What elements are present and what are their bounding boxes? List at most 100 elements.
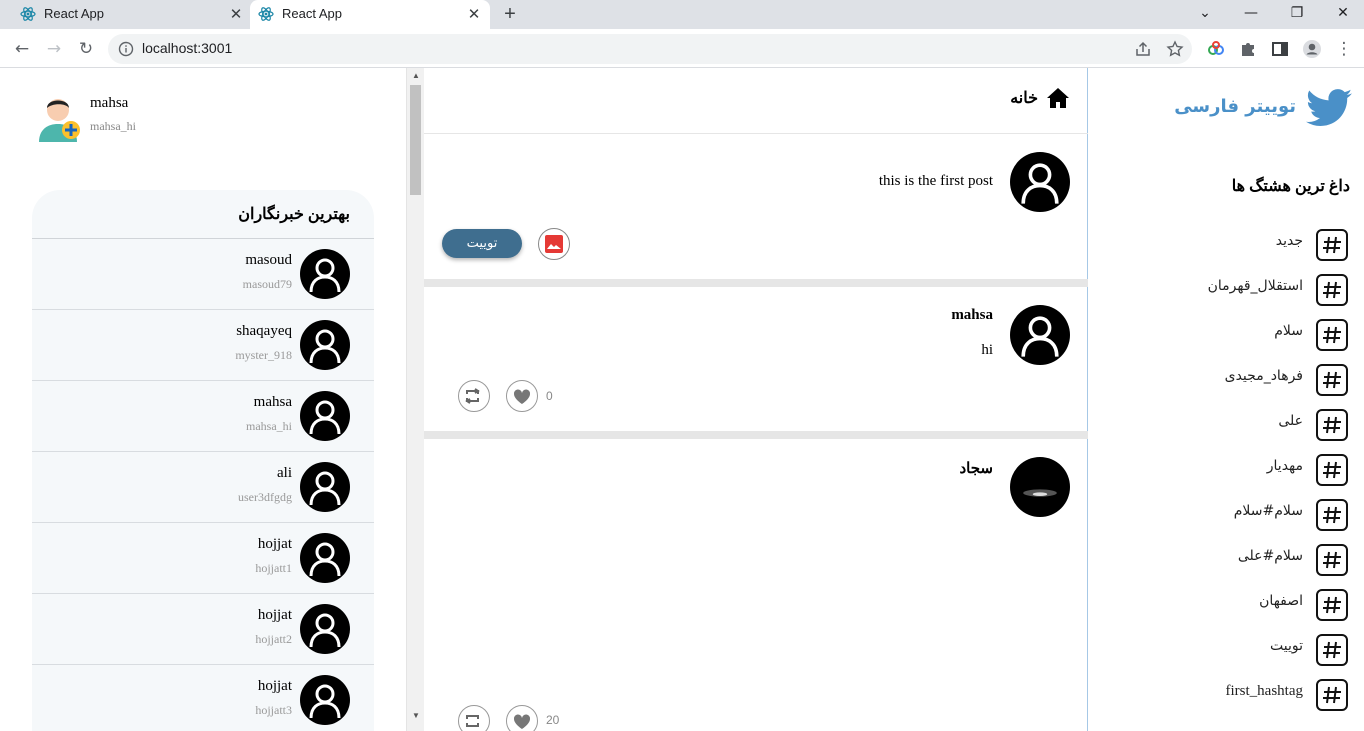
hashtag-item[interactable]: سلام#سلام — [1089, 499, 1364, 537]
puzzle-icon[interactable] — [1238, 39, 1258, 59]
share-icon[interactable] — [1134, 40, 1152, 58]
hashtag-label: اصفهان — [1259, 593, 1303, 609]
like-button[interactable] — [506, 705, 538, 731]
retweet-button[interactable] — [458, 380, 490, 412]
hashtag-icon — [1316, 319, 1348, 351]
hashtag-icon — [1316, 679, 1348, 711]
writer-item[interactable]: shaqayeq myster_918 — [32, 310, 374, 381]
hashtag-icon — [1316, 274, 1348, 306]
like-count: 20 — [546, 713, 560, 727]
writer-name: masoud — [245, 252, 292, 268]
heart-icon — [513, 714, 531, 729]
writer-name: hojjat — [257, 536, 292, 552]
address-bar[interactable]: localhost:3001 — [108, 34, 1192, 64]
writer-handle: hojjatt1 — [255, 561, 292, 575]
extension-colored-icon[interactable] — [1206, 39, 1226, 59]
hashtag-label: فرهاد_مجیدی — [1224, 368, 1303, 384]
writer-handle: mahsa_hi — [246, 419, 292, 433]
react-icon — [20, 7, 36, 21]
hashtag-label: first_hashtag — [1225, 683, 1303, 699]
star-icon[interactable] — [1166, 40, 1184, 58]
writer-name: mahsa — [253, 394, 292, 410]
window-close-icon[interactable]: ✕ — [1320, 0, 1364, 29]
user-name: mahsa — [90, 95, 129, 111]
avatar-icon — [300, 249, 350, 299]
close-icon[interactable]: ✕ — [228, 5, 244, 23]
avatar-icon — [1010, 152, 1070, 212]
avatar-icon — [300, 533, 350, 583]
feed-column: خانه this is the first post توییت mahsa … — [424, 68, 1088, 731]
image-upload-button[interactable] — [538, 228, 570, 260]
like-button[interactable] — [506, 380, 538, 412]
hashtag-item[interactable]: مهدیار — [1089, 454, 1364, 492]
new-tab-button[interactable]: + — [499, 3, 521, 25]
hashtag-icon — [1316, 229, 1348, 261]
browser-tab-bar: React App ✕ React App ✕ + ⌄ — ❐ ✕ — [0, 0, 1364, 29]
hashtag-icon — [1316, 409, 1348, 441]
hashtag-icon — [1316, 454, 1348, 486]
writer-name: shaqayeq — [236, 323, 292, 339]
left-column: mahsa mahsa_hi بهترین خبرنگاران masoud m… — [0, 68, 406, 731]
scroll-down-arrow[interactable]: ▼ — [412, 711, 420, 720]
scrollbar-thumb[interactable] — [410, 85, 421, 195]
top-writers-panel: بهترین خبرنگاران masoud masoud79 shaqaye… — [32, 190, 374, 731]
writer-item[interactable]: masoud masoud79 — [32, 239, 374, 310]
brand-name[interactable]: توییتر فارسی — [1174, 96, 1296, 117]
divider — [424, 431, 1088, 439]
writer-handle: myster_918 — [235, 348, 292, 362]
tab-title: React App — [282, 6, 342, 21]
hashtag-label: استقلال_قهرمان — [1207, 278, 1303, 294]
hashtag-icon — [1316, 499, 1348, 531]
hashtag-label: جدید — [1275, 233, 1303, 249]
hashtag-icon — [1316, 589, 1348, 621]
hashtag-item[interactable]: سلام — [1089, 319, 1364, 357]
hashtags-title: داغ ترین هشتگ ها — [1231, 178, 1350, 195]
retweet-icon — [466, 715, 479, 727]
profile-icon[interactable] — [1302, 39, 1322, 59]
writer-item[interactable]: mahsa mahsa_hi — [32, 381, 374, 452]
hashtag-item[interactable]: first_hashtag — [1089, 679, 1364, 717]
browser-tab-active[interactable]: React App ✕ — [250, 0, 490, 29]
retweet-button[interactable] — [458, 705, 490, 731]
scroll-up-arrow[interactable]: ▲ — [412, 71, 420, 80]
home-header: خانه — [424, 68, 1088, 134]
chevron-down-icon[interactable]: ⌄ — [1182, 0, 1228, 29]
back-icon[interactable]: ← — [10, 37, 34, 61]
browser-tab[interactable]: React App ✕ — [12, 0, 252, 29]
scrollbar[interactable]: ▲ ▼ — [406, 68, 424, 731]
reload-icon[interactable]: ↻ — [74, 37, 98, 61]
avatar-icon — [300, 604, 350, 654]
writer-item[interactable]: hojjat hojjatt1 — [32, 523, 374, 594]
hashtag-item[interactable]: استقلال_قهرمان — [1089, 274, 1364, 312]
tab-title: React App — [44, 6, 104, 21]
avatar-icon[interactable] — [1010, 305, 1070, 365]
writer-item[interactable]: hojjat hojjatt2 — [32, 594, 374, 665]
heart-icon — [513, 389, 531, 404]
avatar-icon — [300, 391, 350, 441]
hashtag-item[interactable]: سلام#علی — [1089, 544, 1364, 582]
writer-item[interactable]: hojjat hojjatt3 — [32, 665, 374, 731]
forward-icon[interactable]: → — [42, 37, 66, 61]
hashtag-icon — [1316, 544, 1348, 576]
avatar-photo[interactable] — [1010, 457, 1070, 517]
writer-name: hojjat — [257, 607, 292, 623]
close-icon[interactable]: ✕ — [466, 5, 482, 23]
hashtag-item[interactable]: جدید — [1089, 229, 1364, 267]
hashtag-item[interactable]: فرهاد_مجیدی — [1089, 364, 1364, 402]
maximize-icon[interactable]: ❐ — [1274, 0, 1320, 29]
writer-item[interactable]: ali user3dfgdg — [32, 452, 374, 523]
menu-icon[interactable]: ⋮ — [1332, 37, 1356, 61]
compose-input[interactable]: this is the first post — [879, 173, 993, 190]
hashtag-label: علی — [1278, 413, 1303, 429]
hashtag-item[interactable]: علی — [1089, 409, 1364, 447]
hashtag-item[interactable]: توییت — [1089, 634, 1364, 672]
twitter-bird-icon[interactable] — [1306, 88, 1352, 128]
sidebar-icon[interactable] — [1270, 39, 1290, 59]
home-icon[interactable] — [1046, 87, 1070, 109]
post-card: سجاد 20 — [424, 439, 1088, 731]
hashtag-item[interactable]: اصفهان — [1089, 589, 1364, 627]
tweet-button[interactable]: توییت — [442, 229, 522, 258]
post-card: mahsa hi 0 — [424, 287, 1088, 431]
minimize-icon[interactable]: — — [1228, 0, 1274, 29]
user-avatar[interactable] — [33, 90, 83, 142]
